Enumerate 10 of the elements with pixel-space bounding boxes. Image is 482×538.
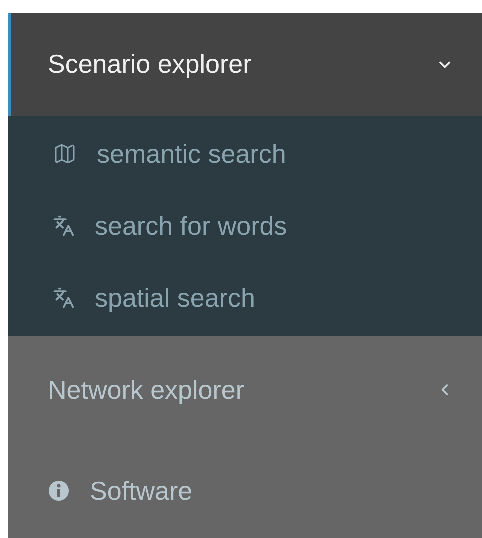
info-icon	[48, 480, 70, 502]
translate-icon	[53, 287, 75, 309]
menu-section[interactable]: Network explorer	[8, 336, 482, 444]
submenu-item[interactable]: search for words	[8, 190, 482, 262]
submenu-item[interactable]: spatial search	[8, 262, 482, 334]
menu-section[interactable]: Scenario explorer	[8, 13, 482, 116]
translate-icon	[53, 215, 75, 237]
submenu-item[interactable]: semantic search	[8, 118, 482, 190]
map-icon	[53, 142, 77, 166]
menu-item[interactable]: Software	[8, 444, 482, 538]
